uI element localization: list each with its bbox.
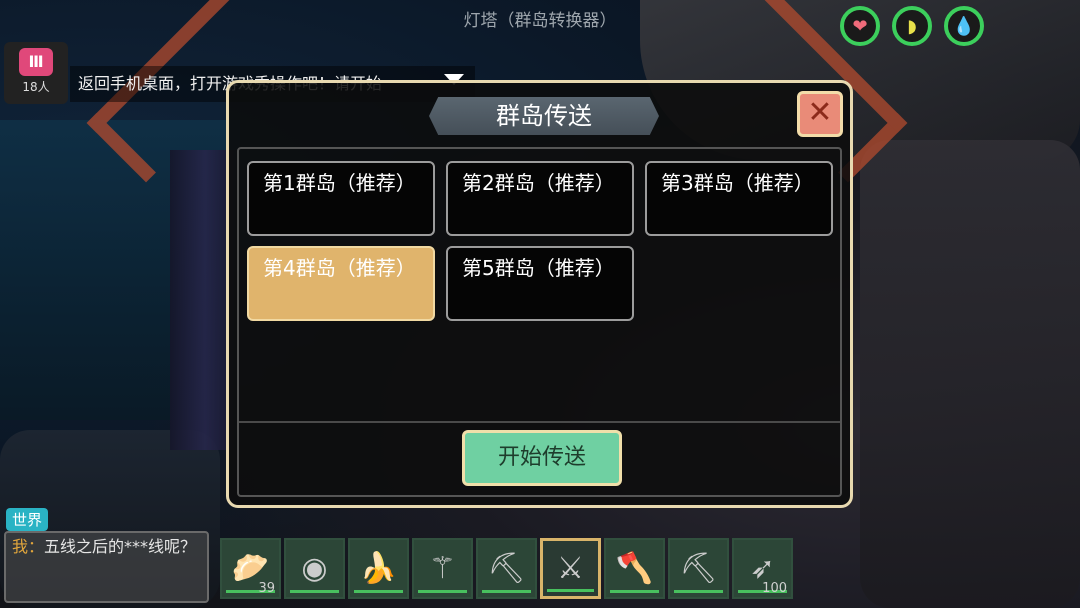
hotbar-slot[interactable]: 🥟 39 xyxy=(220,538,281,599)
world-channel-tag[interactable]: 世界 xyxy=(6,508,49,531)
island-button-2[interactable]: 第2群岛（推荐） xyxy=(446,161,634,236)
crystal-pickaxe-icon: ⛏ xyxy=(679,551,718,586)
durability-bar xyxy=(482,590,531,593)
member-count: 18人 xyxy=(22,80,50,94)
disc-icon: ◉ xyxy=(301,551,328,586)
chat-separator: ： xyxy=(28,537,45,556)
dialog-title: 群岛传送 xyxy=(496,102,592,130)
durability-bar xyxy=(418,590,467,593)
chat-message: 五线之后的***线呢？ xyxy=(44,537,197,556)
durability-bar xyxy=(610,590,659,593)
banana-icon: ◗ xyxy=(892,6,932,46)
durability-bar xyxy=(290,590,339,593)
island-button-3[interactable]: 第3群岛（推荐） xyxy=(645,161,833,236)
hotbar-slot[interactable]: 🍌 xyxy=(348,538,409,599)
island-teleport-dialog: 群岛传送 ✕ 第1群岛（推荐） 第2群岛（推荐） 第3群岛（推荐） 第4群岛（推… xyxy=(226,80,853,508)
hotbar-slot[interactable]: ◉ xyxy=(284,538,345,599)
item-count: 100 xyxy=(762,581,787,596)
island-button-5[interactable]: 第5群岛（推荐） xyxy=(446,246,634,321)
hotbar-slot[interactable]: ⚚ xyxy=(412,538,473,599)
chat-group-button[interactable]: Ⅲ 18人 xyxy=(4,42,68,104)
chat-box[interactable]: 我：五线之后的***线呢？ xyxy=(4,531,209,603)
chat-logo-icon: Ⅲ xyxy=(19,48,53,76)
island-button-4[interactable]: 第4群岛（推荐） xyxy=(247,246,435,321)
heart-icon: ❤ xyxy=(840,6,880,46)
dialog-divider xyxy=(239,421,840,423)
durability-bar xyxy=(354,590,403,593)
hotbar-slot[interactable]: 🪓 xyxy=(604,538,665,599)
crystal-axe-icon: 🪓 xyxy=(615,551,654,586)
banana-icon: 🍌 xyxy=(359,551,398,586)
start-teleport-button[interactable]: 开始传送 xyxy=(462,430,622,486)
hotbar-slot[interactable]: ⚔ xyxy=(540,538,601,599)
crystal-sword-icon: ⚔ xyxy=(557,551,584,586)
blue-staff-icon: ⚚ xyxy=(429,551,456,586)
pickaxe-icon: ⛏ xyxy=(487,551,526,586)
water-drop-icon: 💧 xyxy=(944,6,984,46)
hotbar-slot[interactable]: ⛏ xyxy=(476,538,537,599)
close-button[interactable]: ✕ xyxy=(797,91,843,137)
chat-speaker: 我 xyxy=(12,537,29,556)
durability-bar xyxy=(674,590,723,593)
island-button-1[interactable]: 第1群岛（推荐） xyxy=(247,161,435,236)
status-bar: ❤ ◗ 💧 xyxy=(840,6,984,46)
hotbar-slot[interactable]: ➶ 100 xyxy=(732,538,793,599)
item-count: 39 xyxy=(258,581,275,596)
durability-bar xyxy=(547,589,594,592)
rock-background-right xyxy=(860,140,1080,608)
hotbar: 🥟 39 ◉ 🍌 ⚚ ⛏ ⚔ 🪓 ⛏ ➶ 100 xyxy=(220,538,793,599)
hotbar-slot[interactable]: ⛏ xyxy=(668,538,729,599)
